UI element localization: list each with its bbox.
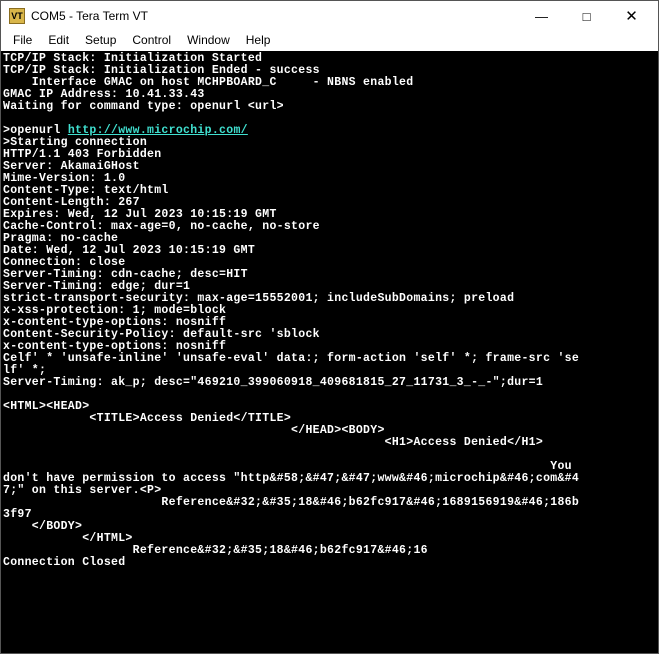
menu-help[interactable]: Help bbox=[238, 31, 279, 51]
menu-control[interactable]: Control bbox=[124, 31, 179, 51]
menu-setup[interactable]: Setup bbox=[77, 31, 124, 51]
titlebar: VT COM5 - Tera Term VT — □ ✕ bbox=[1, 1, 658, 31]
menu-window[interactable]: Window bbox=[179, 31, 238, 51]
app-icon: VT bbox=[9, 8, 25, 24]
term-line: Reference&#32;&#35;18&#46;b62fc917&#46;1… bbox=[3, 496, 579, 509]
term-line: Server-Timing: ak_p; desc="469210_399060… bbox=[3, 376, 543, 389]
maximize-button[interactable]: □ bbox=[564, 2, 609, 31]
menu-edit[interactable]: Edit bbox=[40, 31, 77, 51]
term-line: <H1>Access Denied</H1> bbox=[3, 436, 543, 449]
window-title: COM5 - Tera Term VT bbox=[31, 9, 519, 23]
close-button[interactable]: ✕ bbox=[609, 2, 654, 31]
terminal-output[interactable]: TCP/IP Stack: Initialization Started TCP… bbox=[1, 51, 658, 653]
menubar: File Edit Setup Control Window Help bbox=[1, 31, 658, 51]
term-line: Connection Closed bbox=[3, 556, 125, 569]
minimize-button[interactable]: — bbox=[519, 2, 564, 31]
term-line: Waiting for command type: openurl <url> bbox=[3, 100, 284, 113]
menu-file[interactable]: File bbox=[5, 31, 40, 51]
term-line: Celf' * 'unsafe-inline' 'unsafe-eval' da… bbox=[3, 352, 579, 365]
